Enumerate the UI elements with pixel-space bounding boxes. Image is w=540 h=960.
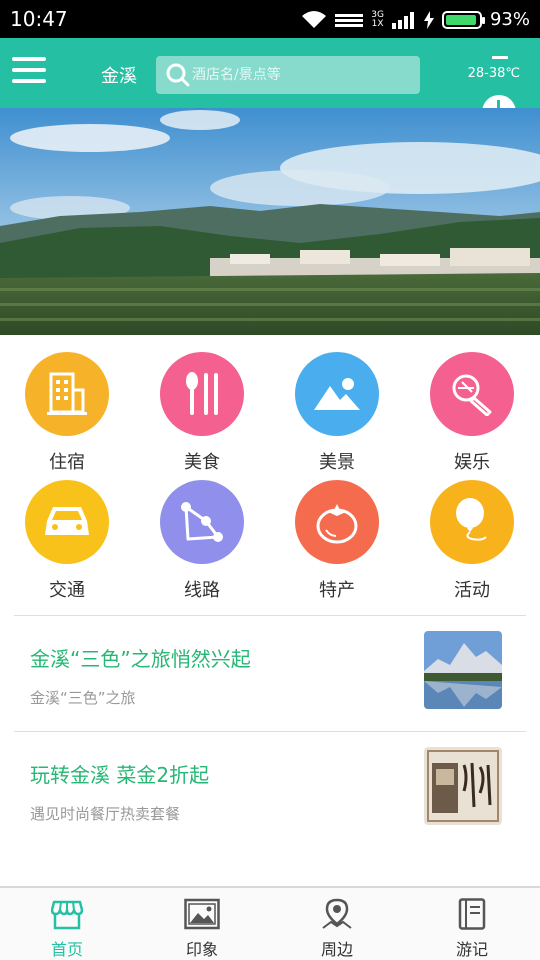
nav-tab-impression[interactable]: 印象 xyxy=(142,898,262,960)
status-time: 10:47 xyxy=(10,7,68,31)
menu-button[interactable] xyxy=(12,57,46,87)
balloon-icon xyxy=(456,498,487,541)
weather-temperature: 28-38℃ xyxy=(467,66,520,81)
charging-icon xyxy=(423,10,434,29)
article-title: 玩转金溪 菜金2折起 xyxy=(30,763,210,787)
category-label: 交通 xyxy=(49,580,85,601)
map-pin-icon xyxy=(322,898,352,929)
menu-icon-bar xyxy=(12,79,46,83)
article-thumbnail xyxy=(424,631,502,709)
category-circle xyxy=(295,480,379,564)
wifi-icon xyxy=(302,10,327,28)
microphone-icon xyxy=(452,374,492,416)
article-card[interactable]: 玩转金溪 菜金2折起 遇见时尚餐厅热卖套餐 xyxy=(0,733,540,843)
category-scenery[interactable]: 美景 xyxy=(277,352,397,474)
weather-icon xyxy=(492,56,508,59)
category-label: 娱乐 xyxy=(454,452,490,473)
category-label: 特产 xyxy=(319,580,355,601)
status-indicators: 3G 1X 93% xyxy=(301,9,530,30)
building-icon xyxy=(47,372,87,415)
category-label: 活动 xyxy=(454,580,490,601)
category-entertainment[interactable]: 娱乐 xyxy=(412,352,532,474)
category-label: 住宿 xyxy=(49,452,85,473)
picture-icon xyxy=(184,898,220,930)
landscape-banner-picture xyxy=(0,108,540,335)
category-circle xyxy=(430,352,514,436)
tomato-icon xyxy=(316,504,358,544)
category-specialty[interactable]: 特产 xyxy=(277,480,397,602)
car-icon xyxy=(45,507,89,535)
article-thumbnail xyxy=(424,747,502,825)
section-divider xyxy=(14,615,526,616)
landscape-icon xyxy=(314,378,360,410)
category-label: 美景 xyxy=(319,452,355,473)
weather-widget[interactable]: 28-38℃ xyxy=(468,54,520,81)
search-icon xyxy=(166,63,190,87)
battery-level-fill xyxy=(445,14,476,25)
nav-label: 首页 xyxy=(50,940,83,959)
notebook-icon xyxy=(458,898,486,930)
nav-tab-travelogue[interactable]: 游记 xyxy=(412,898,532,960)
article-card[interactable]: 金溪“三色”之旅悄然兴起 金溪“三色”之旅 xyxy=(0,617,540,727)
article-subtitle: 遇见时尚餐厅热卖套餐 xyxy=(30,805,181,823)
nav-label: 周边 xyxy=(320,940,353,959)
category-circle xyxy=(25,352,109,436)
signal-bars-icon xyxy=(391,11,414,29)
search-input[interactable] xyxy=(192,56,412,94)
route-icon xyxy=(181,502,223,542)
category-circle xyxy=(160,352,244,436)
nav-label: 游记 xyxy=(455,940,488,959)
search-box[interactable] xyxy=(156,56,420,94)
nav-tab-nearby[interactable]: 周边 xyxy=(277,898,397,960)
category-circle xyxy=(430,480,514,564)
category-transport[interactable]: 交通 xyxy=(7,480,127,602)
spoon-fork-icon xyxy=(186,372,218,415)
category-events[interactable]: 活动 xyxy=(412,480,532,602)
category-circle xyxy=(160,480,244,564)
article-subtitle: 金溪“三色”之旅 xyxy=(30,689,136,707)
category-lodging[interactable]: 住宿 xyxy=(7,352,127,474)
status-bar: 10:47 3G 1X 93% xyxy=(0,0,540,38)
article-title: 金溪“三色”之旅悄然兴起 xyxy=(30,647,251,671)
city-selector[interactable]: 金溪 xyxy=(101,62,137,88)
battery-icon xyxy=(441,10,485,29)
banner-image[interactable] xyxy=(0,108,540,335)
category-food[interactable]: 美食 xyxy=(142,352,262,474)
signal-3g-icon xyxy=(335,13,364,27)
category-circle xyxy=(25,480,109,564)
app-header: 金溪 28-38℃ xyxy=(0,38,540,112)
nav-tab-home[interactable]: 首页 xyxy=(7,898,127,960)
nav-label: 印象 xyxy=(185,940,218,959)
network-bottom-label: 1X xyxy=(371,18,384,29)
bottom-nav: 首页 印象 周边 游记 xyxy=(0,886,540,960)
restaurant-calligraphy-thumbnail xyxy=(424,747,502,825)
mountain-lake-thumbnail xyxy=(424,631,502,709)
category-circle xyxy=(295,352,379,436)
category-routes[interactable]: 线路 xyxy=(142,480,262,602)
menu-icon-bar xyxy=(12,57,46,61)
network-type: 3G 1X xyxy=(371,10,384,29)
section-divider xyxy=(14,731,526,732)
menu-icon-bar xyxy=(12,68,46,72)
home-shop-icon xyxy=(51,900,83,930)
category-label: 线路 xyxy=(184,580,220,601)
battery-percent: 93% xyxy=(489,9,530,30)
category-label: 美食 xyxy=(184,452,220,473)
